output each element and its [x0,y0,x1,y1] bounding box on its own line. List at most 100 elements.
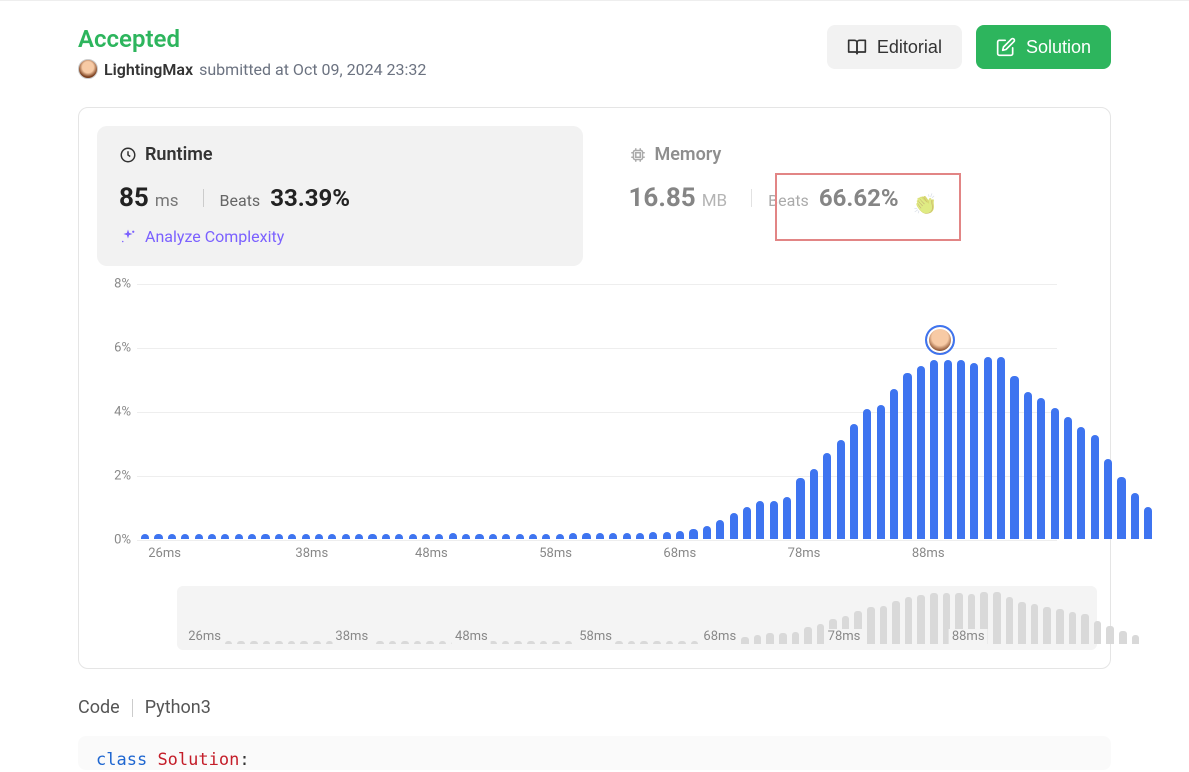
distribution-bar[interactable] [208,534,216,539]
code-snippet[interactable]: class Solution: [78,736,1111,770]
distribution-bar[interactable] [355,534,363,539]
runtime-card[interactable]: Runtime 85 ms Beats 33.39% Analyze Compl… [97,126,583,266]
distribution-bar[interactable] [756,501,764,539]
distribution-bar[interactable] [529,534,537,539]
distribution-bar[interactable] [315,534,323,539]
distribution-bar[interactable] [770,501,778,539]
user-avatar[interactable] [78,59,98,79]
x-tick-label: 78ms [788,546,821,561]
distribution-bar[interactable] [195,534,203,539]
overview-bar [741,637,749,644]
distribution-bar[interactable] [636,533,644,539]
distribution-bar[interactable] [141,534,149,539]
distribution-bar[interactable] [1131,493,1139,539]
distribution-bar[interactable] [1064,417,1072,539]
overview-bar [867,607,875,644]
distribution-bar[interactable] [221,534,229,539]
distribution-bar[interactable] [689,529,697,539]
distribution-bar[interactable] [302,534,310,539]
distribution-bar[interactable] [516,534,524,539]
chart-overview[interactable]: 26ms38ms48ms58ms68ms78ms88ms [177,586,1097,650]
distribution-bar[interactable] [1144,507,1152,539]
memory-card[interactable]: Memory 16.85 MB Beats 66.62% 👏 [607,126,1093,266]
editorial-button[interactable]: Editorial [827,25,962,69]
distribution-bar[interactable] [970,363,978,539]
distribution-bar[interactable] [569,533,577,539]
distribution-bar[interactable] [676,531,684,539]
distribution-bar[interactable] [582,533,590,539]
username[interactable]: LightingMax [104,60,193,79]
distribution-bar[interactable] [623,533,631,539]
distribution-bar[interactable] [796,478,804,539]
distribution-bar[interactable] [181,534,189,539]
overview-x-tick: 88ms [949,629,988,644]
distribution-bar[interactable] [275,534,283,539]
distribution-bar[interactable] [502,534,510,539]
distribution-bar[interactable] [609,533,617,539]
distribution-bar[interactable] [154,534,162,539]
distribution-bar[interactable] [850,424,858,539]
distribution-bar[interactable] [409,534,417,539]
distribution-bar[interactable] [422,534,430,539]
distribution-bar[interactable] [917,366,925,539]
distribution-bar[interactable] [890,389,898,539]
solution-label: Solution [1026,37,1091,58]
distribution-bar[interactable] [1077,427,1085,539]
distribution-bar[interactable] [449,533,457,539]
distribution-bar[interactable] [248,534,256,539]
distribution-bar[interactable] [395,534,403,539]
distribution-bar[interactable] [1024,392,1032,539]
distribution-bar[interactable] [944,360,952,539]
distribution-bar[interactable] [984,357,992,539]
distribution-bar[interactable] [261,534,269,539]
runtime-distribution-chart[interactable]: 0%2%4%6%8% 26ms38ms48ms58ms68ms78ms88ms … [97,284,1092,650]
distribution-bar[interactable] [783,497,791,539]
distribution-bar[interactable] [475,534,483,539]
distribution-bar[interactable] [730,513,738,539]
overview-bar [1006,597,1014,644]
distribution-bar[interactable] [382,534,390,539]
distribution-bar[interactable] [342,534,350,539]
distribution-bar[interactable] [235,534,243,539]
clap-icon: 👏 [913,192,938,216]
separator [751,189,752,207]
distribution-bar[interactable] [168,534,176,539]
distribution-bar[interactable] [288,534,296,539]
x-tick-label: 48ms [415,546,448,561]
distribution-bar[interactable] [328,534,336,539]
distribution-bar[interactable] [877,405,885,539]
status-title: Accepted [78,25,426,53]
distribution-bar[interactable] [716,520,724,539]
analyze-complexity-link[interactable]: Analyze Complexity [119,227,561,246]
solution-button[interactable]: Solution [976,25,1111,69]
distribution-bar[interactable] [703,526,711,539]
distribution-bar[interactable] [957,360,965,539]
distribution-bar[interactable] [903,373,911,539]
distribution-bar[interactable] [663,532,671,539]
overview-x-tick: 68ms [700,629,739,644]
distribution-bar[interactable] [1091,435,1099,539]
overview-x-tick: 58ms [576,629,615,644]
user-position-marker[interactable] [925,325,955,355]
distribution-bar[interactable] [489,534,497,539]
distribution-bar[interactable] [930,360,938,539]
distribution-bar[interactable] [1104,459,1112,539]
distribution-bar[interactable] [542,534,550,539]
distribution-bar[interactable] [462,534,470,539]
distribution-bar[interactable] [1117,477,1125,539]
distribution-bar[interactable] [743,507,751,539]
distribution-bar[interactable] [435,534,443,539]
distribution-bar[interactable] [1051,408,1059,539]
distribution-bar[interactable] [368,534,376,539]
distribution-bar[interactable] [1037,398,1045,539]
distribution-bar[interactable] [837,440,845,539]
y-tick-label: 4% [101,405,131,420]
distribution-bar[interactable] [596,533,604,539]
distribution-bar[interactable] [997,357,1005,539]
distribution-bar[interactable] [1010,376,1018,539]
distribution-bar[interactable] [823,453,831,539]
distribution-bar[interactable] [863,409,871,539]
distribution-bar[interactable] [810,469,818,539]
distribution-bar[interactable] [556,534,564,539]
distribution-bar[interactable] [649,532,657,539]
